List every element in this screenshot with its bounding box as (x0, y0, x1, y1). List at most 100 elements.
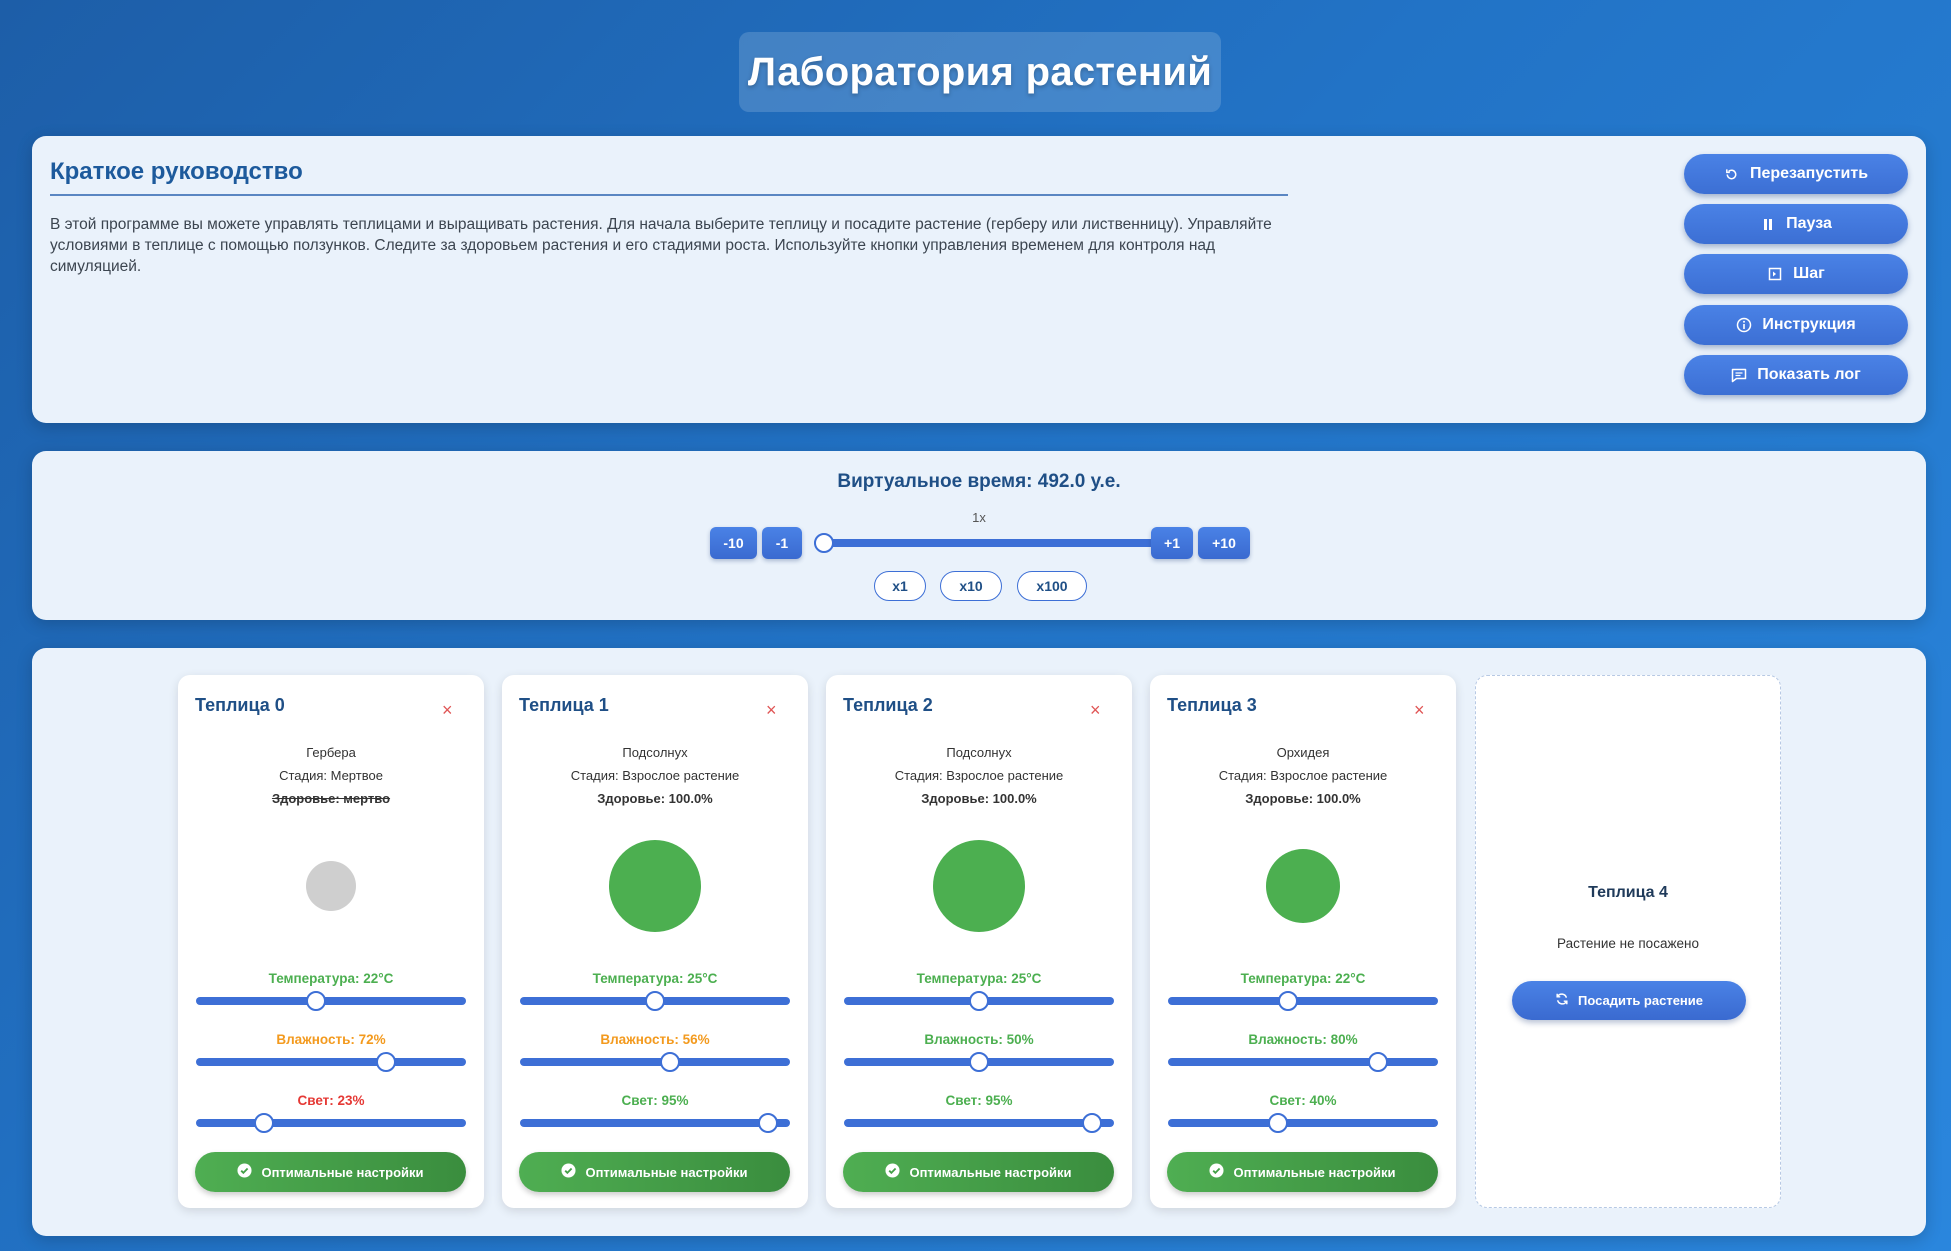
humidity-slider-track[interactable] (520, 1058, 790, 1066)
forward-10-button[interactable]: +10 (1198, 527, 1250, 559)
back-1-button[interactable]: -1 (762, 527, 802, 559)
optimal-settings-label: Оптимальные настройки (261, 1164, 424, 1180)
humidity-slider-track[interactable] (1168, 1058, 1438, 1066)
greenhouse-card: Теплица 3 × Орхидея Стадия: Взрослое рас… (1150, 675, 1456, 1208)
step-label: Шаг (1793, 265, 1825, 282)
optimal-settings-button[interactable]: Оптимальные настройки (843, 1152, 1114, 1192)
light-slider-track[interactable] (1168, 1119, 1438, 1127)
temperature-label: Температура: 25°C (916, 971, 1042, 986)
step-icon (1767, 266, 1783, 282)
greenhouse-title: Теплица 2 (843, 695, 933, 715)
forward-1-button[interactable]: +1 (1151, 527, 1193, 559)
guide-text: В этой программе вы можете управлять теп… (50, 216, 1272, 275)
multiplier-x1-button[interactable]: x1 (874, 571, 926, 601)
plant-stage: Стадия: Взрослое растение (570, 768, 740, 783)
close-icon[interactable]: × (1090, 701, 1101, 719)
guide-divider (50, 194, 1288, 196)
step-button[interactable]: Шаг (1684, 254, 1908, 294)
no-plant-note: Растение не посажено (1557, 936, 1699, 951)
light-slider-thumb[interactable] (757, 1113, 778, 1133)
pause-label: Пауза (1786, 215, 1832, 232)
light-slider-thumb[interactable] (1081, 1113, 1102, 1133)
speed-slider-thumb[interactable] (814, 533, 834, 553)
temperature-slider-thumb[interactable] (969, 991, 989, 1011)
optimal-settings-button[interactable]: Оптимальные настройки (519, 1152, 790, 1192)
show-log-button[interactable]: Показать лог (1684, 355, 1908, 395)
plant-visual (306, 861, 356, 911)
plant-visual (933, 840, 1025, 932)
restart-button[interactable]: Перезапустить (1684, 154, 1908, 194)
restart-icon (1724, 166, 1740, 182)
plant-health: Здоровье: 100.0% (597, 791, 713, 806)
check-circle-icon (885, 1163, 900, 1181)
app-title: Лаборатория растений (747, 49, 1213, 94)
humidity-label: Влажность: 80% (1248, 1032, 1358, 1047)
light-slider-thumb[interactable] (1268, 1113, 1288, 1133)
multiplier-x10-button[interactable]: x10 (940, 571, 1002, 601)
greenhouse-card: Теплица 1 × Подсолнух Стадия: Взрослое р… (502, 675, 808, 1208)
plant-button-label: Посадить растение (1577, 993, 1704, 1008)
temperature-slider-thumb[interactable] (1278, 991, 1298, 1011)
light-slider-track[interactable] (844, 1119, 1114, 1127)
greenhouse-title: Теплица 1 (519, 695, 609, 715)
temperature-slider-thumb[interactable] (645, 991, 665, 1011)
light-slider-thumb[interactable] (253, 1113, 274, 1133)
close-icon[interactable]: × (1414, 701, 1425, 719)
temperature-slider-track[interactable] (1168, 997, 1438, 1005)
speed-readout: 1x (972, 510, 986, 525)
check-circle-icon (237, 1163, 252, 1181)
humidity-slider-track[interactable] (196, 1058, 466, 1066)
close-icon[interactable]: × (766, 701, 777, 719)
empty-greenhouse-card: Теплица 4 Растение не посажено Посадить … (1475, 675, 1781, 1208)
light-slider-track[interactable] (520, 1119, 790, 1127)
greenhouse-card: Теплица 0 × Гербера Стадия: Мертвое Здор… (178, 675, 484, 1208)
optimal-settings-button[interactable]: Оптимальные настройки (1167, 1152, 1438, 1192)
greenhouses-panel: Теплица 0 × Гербера Стадия: Мертвое Здор… (32, 648, 1926, 1236)
info-icon (1736, 317, 1752, 333)
optimal-settings-button[interactable]: Оптимальные настройки (195, 1152, 466, 1192)
optimal-settings-label: Оптимальные настройки (1233, 1164, 1396, 1180)
speed-slider-track[interactable] (814, 539, 1172, 547)
plant-health: Здоровье: 100.0% (921, 791, 1037, 806)
humidity-label: Влажность: 72% (276, 1032, 386, 1047)
humidity-slider-thumb[interactable] (1368, 1052, 1388, 1072)
instruction-label: Инструкция (1762, 316, 1856, 333)
pause-button[interactable]: Пауза (1684, 204, 1908, 244)
restart-label: Перезапустить (1749, 165, 1869, 182)
greenhouse-card: Теплица 2 × Подсолнух Стадия: Взрослое р… (826, 675, 1132, 1208)
multiplier-x100-button[interactable]: x100 (1017, 571, 1087, 601)
plant-stage: Стадия: Мертвое (279, 768, 383, 783)
check-circle-icon (561, 1163, 576, 1181)
refresh-icon (1555, 992, 1569, 1009)
plant-button[interactable]: Посадить растение (1512, 981, 1746, 1020)
show-log-label: Показать лог (1757, 366, 1861, 383)
humidity-slider-thumb[interactable] (969, 1052, 989, 1072)
plant-stage: Стадия: Взрослое растение (894, 768, 1064, 783)
plant-name: Гербера (306, 745, 356, 760)
temperature-slider-thumb[interactable] (306, 991, 326, 1011)
light-slider-track[interactable] (196, 1119, 466, 1127)
light-label: Свет: 40% (1269, 1093, 1337, 1108)
plant-name: Орхидея (1276, 745, 1330, 760)
virtual-time: Виртуальное время: 492.0 у.е. (837, 471, 1121, 492)
temperature-label: Температура: 22°C (268, 971, 394, 986)
back-10-button[interactable]: -10 (710, 527, 757, 559)
optimal-settings-label: Оптимальные настройки (909, 1164, 1072, 1180)
time-panel: Виртуальное время: 492.0 у.е. 1x -10 -1 … (32, 451, 1926, 620)
app-title-box: Лаборатория растений (739, 32, 1221, 112)
optimal-settings-label: Оптимальные настройки (585, 1164, 748, 1180)
close-icon[interactable]: × (442, 701, 453, 719)
light-label: Свет: 95% (621, 1093, 689, 1108)
check-circle-icon (1209, 1163, 1224, 1181)
temperature-label: Температура: 25°C (592, 971, 718, 986)
instruction-button[interactable]: Инструкция (1684, 305, 1908, 345)
greenhouse-title: Теплица 3 (1167, 695, 1257, 715)
guide-panel: Краткое руководство В этой программе вы … (32, 136, 1926, 423)
humidity-slider-thumb[interactable] (376, 1052, 396, 1072)
humidity-slider-thumb[interactable] (660, 1052, 680, 1072)
plant-health: Здоровье: 100.0% (1245, 791, 1361, 806)
humidity-label: Влажность: 50% (924, 1032, 1034, 1047)
temperature-slider-track[interactable] (196, 997, 466, 1005)
plant-stage: Стадия: Взрослое растение (1218, 768, 1388, 783)
light-label: Свет: 95% (945, 1093, 1013, 1108)
